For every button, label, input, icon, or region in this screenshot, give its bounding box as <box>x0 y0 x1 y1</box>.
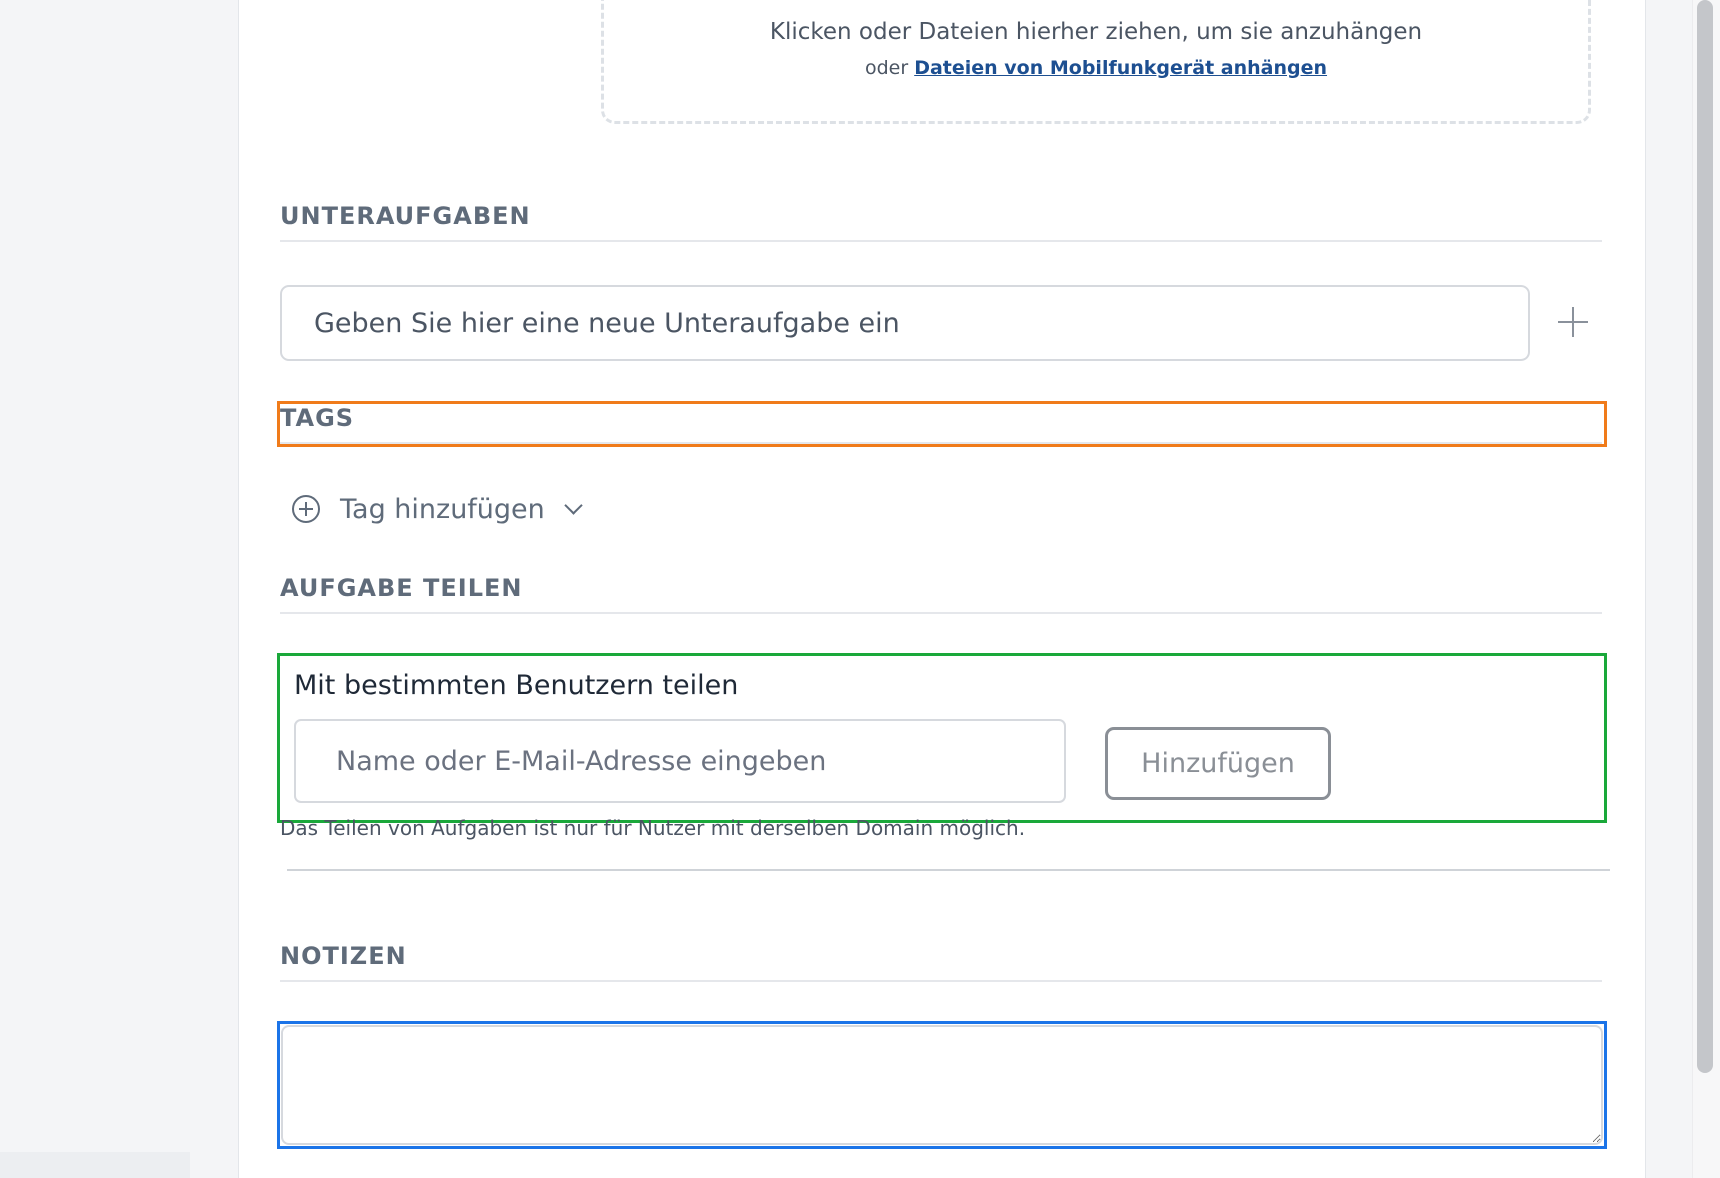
scrollbar-thumb[interactable] <box>1697 0 1713 1073</box>
attachment-dropzone[interactable]: Klicken oder Dateien hierher ziehen, um … <box>601 0 1591 124</box>
notes-heading: NOTIZEN <box>280 942 1602 982</box>
tags-heading-highlight <box>277 401 1607 447</box>
subtasks-heading: UNTERAUFGABEN <box>280 202 1602 242</box>
share-section-highlight <box>277 653 1607 823</box>
plus-icon[interactable] <box>1556 305 1590 339</box>
left-background-strip <box>0 1152 190 1178</box>
dropzone-alt-prefix: oder <box>864 57 909 79</box>
plus-circle-icon <box>292 495 320 523</box>
section-divider <box>287 869 1610 871</box>
attach-from-mobile-link[interactable]: Dateien von Mobilfunkgerät anhängen <box>914 57 1327 79</box>
dropzone-instruction: Klicken oder Dateien hierher ziehen, um … <box>769 19 1423 45</box>
new-subtask-input[interactable] <box>280 285 1530 361</box>
notes-highlight <box>277 1021 1607 1149</box>
page: Klicken oder Dateien hierher ziehen, um … <box>0 0 1720 1178</box>
share-task-heading: AUFGABE TEILEN <box>280 574 1602 614</box>
dropzone-alternative: oder Dateien von Mobilfunkgerät anhängen <box>604 57 1588 79</box>
add-tag-button[interactable]: Tag hinzufügen <box>292 489 583 529</box>
share-domain-hint: Das Teilen von Aufgaben ist nur für Nutz… <box>280 816 1026 840</box>
chevron-down-icon <box>564 495 583 515</box>
add-tag-label: Tag hinzufügen <box>340 493 545 525</box>
